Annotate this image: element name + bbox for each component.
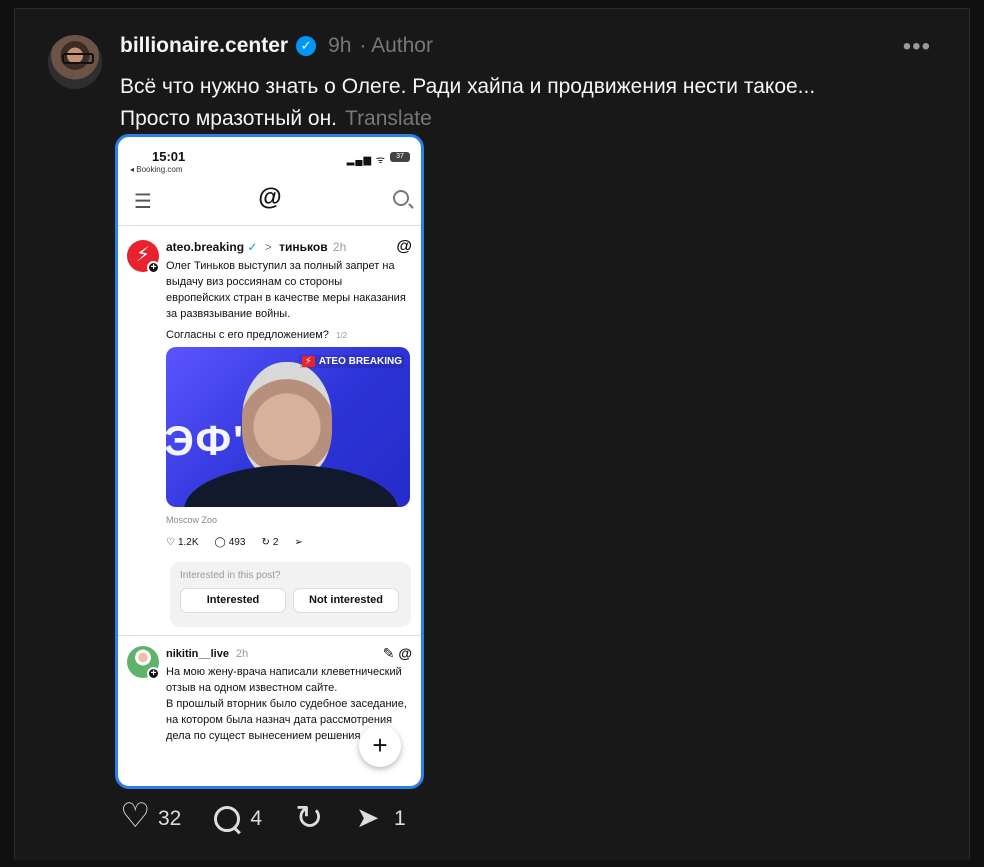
signal-wifi-icons: ▂▄▆ ᯤ [346, 155, 386, 166]
ateo-post-time: 2h [332, 240, 347, 254]
comment-icon: ◯ [214, 537, 226, 548]
poll-question-text: Согласны с его предложением? [166, 329, 329, 341]
follow-plus-icon: + [147, 261, 160, 274]
threads-logo-icon: @ [258, 184, 282, 211]
verified-badge-icon: ✓ [296, 36, 317, 56]
author-username[interactable]: billionaire.center [120, 34, 288, 58]
phone-time: 15:01 [152, 149, 186, 164]
embedded-reposts: ↻ 2 [261, 537, 278, 548]
repost-action[interactable] [295, 798, 324, 838]
divider [118, 225, 421, 226]
topic-name: тиньков [279, 240, 328, 254]
follow-plus-icon: + [147, 667, 160, 680]
embedded-post-nikitin: + nikitin__live 2h ✎ @ На мою жену-врача… [126, 642, 412, 786]
poll-question: Согласны с его предложением? 1/2 [166, 329, 347, 341]
share-action[interactable]: 1 [356, 801, 406, 834]
divider [118, 635, 421, 636]
tinkov-photo: ЭФ'1 ⚡ ATEO BREAKING [166, 347, 410, 507]
embedded-like-count: 1.2K [177, 537, 199, 548]
post-text-line-1: Всё что нужно знать о Олеге. Ради хайпа … [120, 75, 816, 98]
phone-status-bar: 15:01 ◂ Booking.com ▂▄▆ ᯤ 37 [130, 147, 410, 177]
nikitin-username: nikitin__live [166, 648, 229, 660]
embedded-post-ateo: ⚡ + ateo.breaking ✓ > тиньков 2h @ Олег … [126, 233, 412, 627]
attached-screenshot[interactable]: 15:01 ◂ Booking.com ▂▄▆ ᯤ 37 ☰ @ ⚡ + ate… [115, 134, 424, 789]
share-count: 1 [394, 807, 406, 830]
post-card: billionaire.center ✓ 9h · Author ••• Всё… [14, 8, 970, 860]
pencil-threads-icons: ✎ @ [382, 645, 412, 661]
repost-icon: ↻ [261, 537, 270, 548]
post-text-line-2: Просто мразотный он. Translate [120, 103, 940, 135]
author-avatar[interactable] [48, 35, 102, 89]
menu-icon: ☰ [134, 191, 152, 213]
ateo-post-text: Олег Тиньков выступил за полный запрет н… [166, 260, 406, 320]
comment-icon[interactable] [214, 806, 241, 832]
translate-link[interactable]: Translate [345, 107, 432, 130]
search-icon [393, 190, 409, 206]
nikitin-header: nikitin__live 2h [166, 648, 248, 660]
ateo-username: ateo.breaking [166, 240, 245, 254]
nikitin-post-time: 2h [236, 648, 249, 660]
bolt-mark-icon: ⚡ [301, 356, 315, 367]
ateo-verified-icon: ✓ [247, 240, 258, 254]
post-actions: 32 4 1 [120, 798, 406, 838]
embedded-comments: ◯ 493 [215, 537, 246, 548]
brand-label: ATEO BREAKING [318, 356, 402, 367]
share-icon[interactable] [356, 801, 384, 834]
like-count: 32 [158, 807, 182, 830]
heart-icon: ♡ [166, 537, 175, 548]
threads-icon: @ [396, 238, 412, 255]
send-icon: ➢ [294, 537, 303, 548]
more-options-icon[interactable]: ••• [903, 33, 931, 61]
heart-icon[interactable] [120, 799, 150, 833]
battery-icon: 37 [390, 152, 410, 162]
interest-panel: Interested in this post? Interested Not … [170, 562, 411, 627]
embedded-repost-count: 2 [272, 537, 279, 548]
post-header: billionaire.center ✓ 9h · Author [120, 31, 433, 61]
page-indicator: 1/2 [335, 331, 348, 340]
like-action[interactable]: 32 [120, 799, 182, 833]
portrait-head [242, 362, 332, 480]
topic-arrow-icon: > [264, 240, 272, 254]
author-label: · Author [359, 34, 433, 57]
embedded-comment-count: 493 [228, 537, 246, 548]
location-label: Moscow Zoo [166, 515, 218, 525]
not-interested-button: Not interested [293, 588, 399, 613]
post-time[interactable]: 9h [328, 34, 351, 58]
interest-title: Interested in this post? [180, 570, 281, 581]
new-post-plus-button: + [359, 725, 401, 767]
portrait-shoulders [184, 465, 398, 507]
comment-count: 4 [250, 807, 263, 830]
ateo-breaking-watermark: ⚡ ATEO BREAKING [299, 355, 404, 368]
comment-action[interactable]: 4 [214, 806, 262, 832]
ateo-header: ateo.breaking ✓ > тиньков 2h [166, 240, 346, 254]
back-to-booking-link: ◂ Booking.com [130, 165, 183, 174]
embedded-like: ♡ 1.2K [166, 537, 199, 548]
interested-button: Interested [180, 588, 286, 613]
post-text-line-2-content: Просто мразотный он. [120, 107, 338, 130]
embedded-actions: ♡ 1.2K ◯ 493 ↻ 2 ➢ [166, 537, 303, 548]
post-text: Всё что нужно знать о Олеге. Ради хайпа … [120, 71, 940, 135]
repost-icon[interactable] [295, 798, 324, 838]
